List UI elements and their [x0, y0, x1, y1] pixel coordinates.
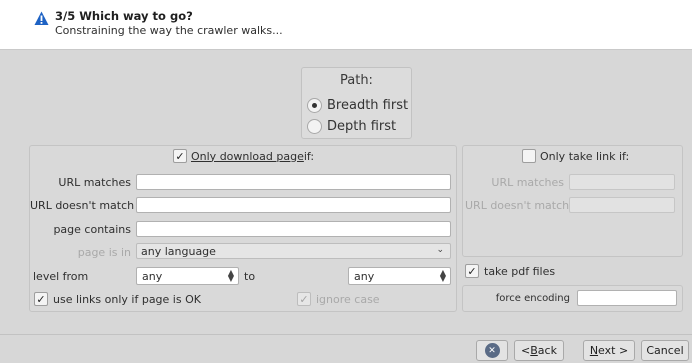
page-contains-input[interactable]	[136, 221, 451, 237]
checkbox-label: use links only if page is OK	[53, 292, 201, 306]
warning-icon	[34, 11, 49, 25]
checkbox-label: take pdf files	[484, 264, 556, 278]
back-mnemonic: B	[530, 344, 538, 357]
language-select[interactable]: any language ⌄	[136, 243, 451, 259]
level-from-value: any	[142, 269, 163, 283]
help-button[interactable]: ✕	[476, 340, 508, 361]
checkbox-label: ignore case	[316, 292, 380, 306]
ignore-case-checkbox[interactable]: ✓ ignore case	[297, 291, 380, 307]
spinner-arrows-icon[interactable]: ▲ ▼	[440, 269, 446, 283]
checkbox-label: Only download page	[191, 149, 304, 163]
checkbox-label: Only take link if:	[540, 149, 630, 163]
page-contains-label: page contains	[53, 223, 131, 236]
links-only-ok-checkbox[interactable]: ✓ use links only if page is OK	[34, 291, 201, 307]
radio-breadth-first[interactable]: Breadth first	[307, 96, 408, 114]
chevron-down-icon: ⌄	[436, 245, 444, 255]
radio-depth-first[interactable]: Depth first	[307, 117, 396, 135]
link-url-matches-input[interactable]	[569, 174, 675, 190]
help-icon: ✕	[484, 343, 500, 358]
level-from-spinner[interactable]: any ▲ ▼	[136, 267, 239, 285]
checkbox-indicator[interactable]: ✓	[297, 292, 311, 306]
level-to-value: any	[354, 269, 375, 283]
cancel-button[interactable]: Cancel	[641, 340, 689, 361]
level-from-label: level from	[33, 270, 89, 283]
checkbox-label-suffix: if:	[303, 149, 315, 163]
next-label: ext >	[598, 344, 629, 357]
checkbox-indicator[interactable]: ✓	[34, 292, 48, 306]
next-button[interactable]: N ext >	[583, 340, 635, 361]
radio-label: Breadth first	[327, 97, 409, 113]
back-button[interactable]: < B ack	[514, 340, 564, 361]
force-encoding-input[interactable]	[577, 290, 677, 306]
page-is-in-label: page is in	[77, 246, 131, 259]
spinner-arrows-icon[interactable]: ▲ ▼	[228, 269, 234, 283]
link-url-not-match-label: URL doesn't match	[465, 199, 570, 212]
level-to-spinner[interactable]: any ▲ ▼	[348, 267, 451, 285]
checkbox-indicator[interactable]: ✓	[173, 149, 187, 163]
wizard-subtitle: Constraining the way the crawler walks..…	[55, 24, 283, 37]
only-download-page-checkbox[interactable]: ✓ Only download page if:	[173, 148, 314, 164]
url-matches-label: URL matches	[58, 176, 131, 189]
only-take-link-checkbox[interactable]: Only take link if:	[522, 148, 629, 164]
language-select-value: any language	[141, 244, 216, 258]
link-url-matches-label: URL matches	[491, 176, 564, 189]
take-pdf-checkbox[interactable]: ✓ take pdf files	[465, 263, 555, 279]
back-label: ack	[537, 344, 557, 357]
radio-indicator[interactable]	[307, 97, 322, 113]
checkbox-indicator[interactable]	[522, 149, 536, 163]
force-encoding-label: force encoding	[495, 293, 570, 304]
url-not-match-label: URL doesn't match	[30, 199, 135, 212]
back-prefix: <	[521, 344, 531, 357]
level-to-label: to	[244, 270, 256, 283]
footer-divider	[0, 334, 692, 335]
url-matches-input[interactable]	[136, 174, 451, 190]
radio-label: Depth first	[327, 118, 397, 134]
checkbox-indicator[interactable]: ✓	[465, 264, 479, 278]
url-not-match-input[interactable]	[136, 197, 451, 213]
wizard-title: 3/5 Which way to go?	[55, 9, 193, 23]
radio-indicator[interactable]	[307, 118, 322, 134]
link-url-not-match-input[interactable]	[569, 197, 675, 213]
next-mnemonic: N	[589, 344, 599, 357]
path-title: Path:	[340, 73, 373, 88]
